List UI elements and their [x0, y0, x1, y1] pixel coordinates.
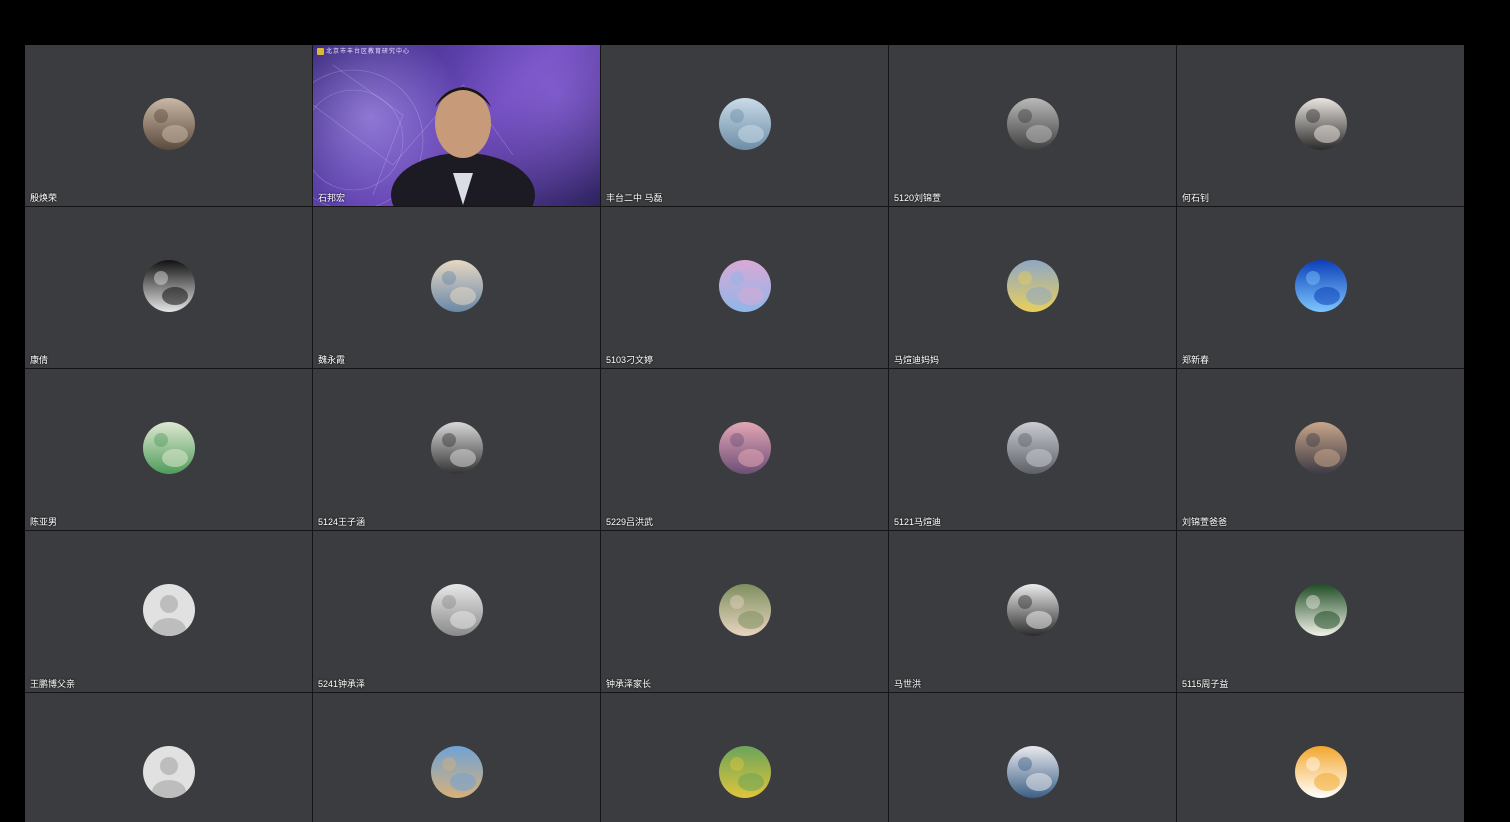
- avatar-old-man-photo: [1006, 98, 1059, 150]
- speaker-video-feed: [313, 45, 600, 206]
- avatar-garfield-cat: [1294, 746, 1347, 798]
- participant-tile[interactable]: 何石钊: [1177, 45, 1464, 206]
- participant-name: 魏永霞: [318, 355, 346, 365]
- participant-name: 殷焕荣: [30, 193, 58, 203]
- avatar-cartoon-face: [1294, 98, 1347, 150]
- participant-tile[interactable]: 殷焕荣: [25, 45, 312, 206]
- participant-name: 郑新春: [1182, 355, 1210, 365]
- participant-tile[interactable]: 陈亚男: [25, 369, 312, 530]
- participant-name: 5121马煊迪: [894, 517, 942, 527]
- participant-tile[interactable]: 丰台二中 马磊: [601, 45, 888, 206]
- avatar-anime-blue-hair: [1006, 746, 1059, 798]
- participant-tile[interactable]: 5121马煊迪: [889, 369, 1176, 530]
- avatar-default-person: [142, 584, 195, 636]
- participant-name: 5229吕洪武: [606, 517, 654, 527]
- participant-name: 5120刘锦萱: [894, 193, 942, 203]
- avatar-city-skyline: [430, 422, 483, 474]
- organization-banner-text: 北京市丰台区教育研究中心: [326, 49, 411, 56]
- participant-tile[interactable]: 王鹏博父亲: [25, 531, 312, 692]
- participant-name: 5241钟承泽: [318, 679, 366, 689]
- participant-tile[interactable]: [1177, 693, 1464, 822]
- avatar-anime-girl: [142, 422, 195, 474]
- avatar-girl-portrait: [718, 584, 771, 636]
- avatar-pink-sunset: [718, 422, 771, 474]
- participant-tile[interactable]: 5229吕洪武: [601, 369, 888, 530]
- participant-tile-video[interactable]: 北京市丰台区教育研究中心石邦宏: [313, 45, 600, 206]
- avatar-sketch-face: [430, 584, 483, 636]
- participant-tile[interactable]: [601, 693, 888, 822]
- participant-tile[interactable]: 5115周子益: [1177, 531, 1464, 692]
- participant-tile[interactable]: 5103刁文婷: [601, 207, 888, 368]
- avatar-group-photo: [142, 98, 195, 150]
- avatar-blue-horizon: [1294, 260, 1347, 312]
- participant-tile[interactable]: 魏永霞: [313, 207, 600, 368]
- participant-tile[interactable]: 康倩: [25, 207, 312, 368]
- participant-tile[interactable]: [25, 693, 312, 822]
- avatar-parrot-feathers: [718, 746, 771, 798]
- participant-name: 何石钊: [1182, 193, 1210, 203]
- avatar-lotus-flower: [1294, 584, 1347, 636]
- organization-banner: 北京市丰台区教育研究中心: [317, 48, 410, 56]
- participant-name: 马煊迪妈妈: [894, 355, 940, 365]
- avatar-pier-seascape: [430, 746, 483, 798]
- avatar-sunhat-photo: [430, 260, 483, 312]
- participant-name: 钟承泽家长: [606, 679, 652, 689]
- participant-name: 5115周子益: [1182, 679, 1229, 689]
- participant-grid: 殷焕荣 北京市丰台区教育研究中心 石邦宏 丰台二中 马磊 5120刘锦萱 何石钊 康倩 魏永霞…: [25, 45, 1464, 822]
- participant-tile[interactable]: 刘锦萱爸爸: [1177, 369, 1464, 530]
- avatar-galloping-horse: [1006, 584, 1059, 636]
- avatar-default-person: [142, 746, 195, 798]
- participant-name: 康倩: [30, 355, 49, 365]
- participant-name: 石邦宏: [318, 193, 346, 203]
- participant-tile[interactable]: 郑新春: [1177, 207, 1464, 368]
- avatar-yellow-flowers: [1006, 260, 1059, 312]
- participant-tile[interactable]: 5124王子涵: [313, 369, 600, 530]
- participant-name: 5124王子涵: [318, 517, 366, 527]
- participant-name: 丰台二中 马磊: [606, 193, 663, 203]
- participant-name: 5103刁文婷: [606, 355, 654, 365]
- participant-tile[interactable]: 马煊迪妈妈: [889, 207, 1176, 368]
- organization-logo-icon: [317, 48, 324, 55]
- avatar-beach-silhouettes: [718, 98, 771, 150]
- avatar-sketch-portrait: [142, 260, 195, 312]
- participant-name: 陈亚男: [30, 517, 58, 527]
- participant-tile[interactable]: [313, 693, 600, 822]
- participant-name: 刘锦萱爸爸: [1182, 517, 1228, 527]
- participant-name: 马世洪: [894, 679, 922, 689]
- participant-tile[interactable]: 5241钟承泽: [313, 531, 600, 692]
- participant-tile[interactable]: [889, 693, 1176, 822]
- avatar-winter-tree: [1006, 422, 1059, 474]
- avatar-pastel-sky: [718, 260, 771, 312]
- avatar-dusk-silhouette: [1294, 422, 1347, 474]
- participant-tile[interactable]: 5120刘锦萱: [889, 45, 1176, 206]
- participant-name: 王鹏博父亲: [30, 679, 76, 689]
- participant-tile[interactable]: 钟承泽家长: [601, 531, 888, 692]
- participant-tile[interactable]: 马世洪: [889, 531, 1176, 692]
